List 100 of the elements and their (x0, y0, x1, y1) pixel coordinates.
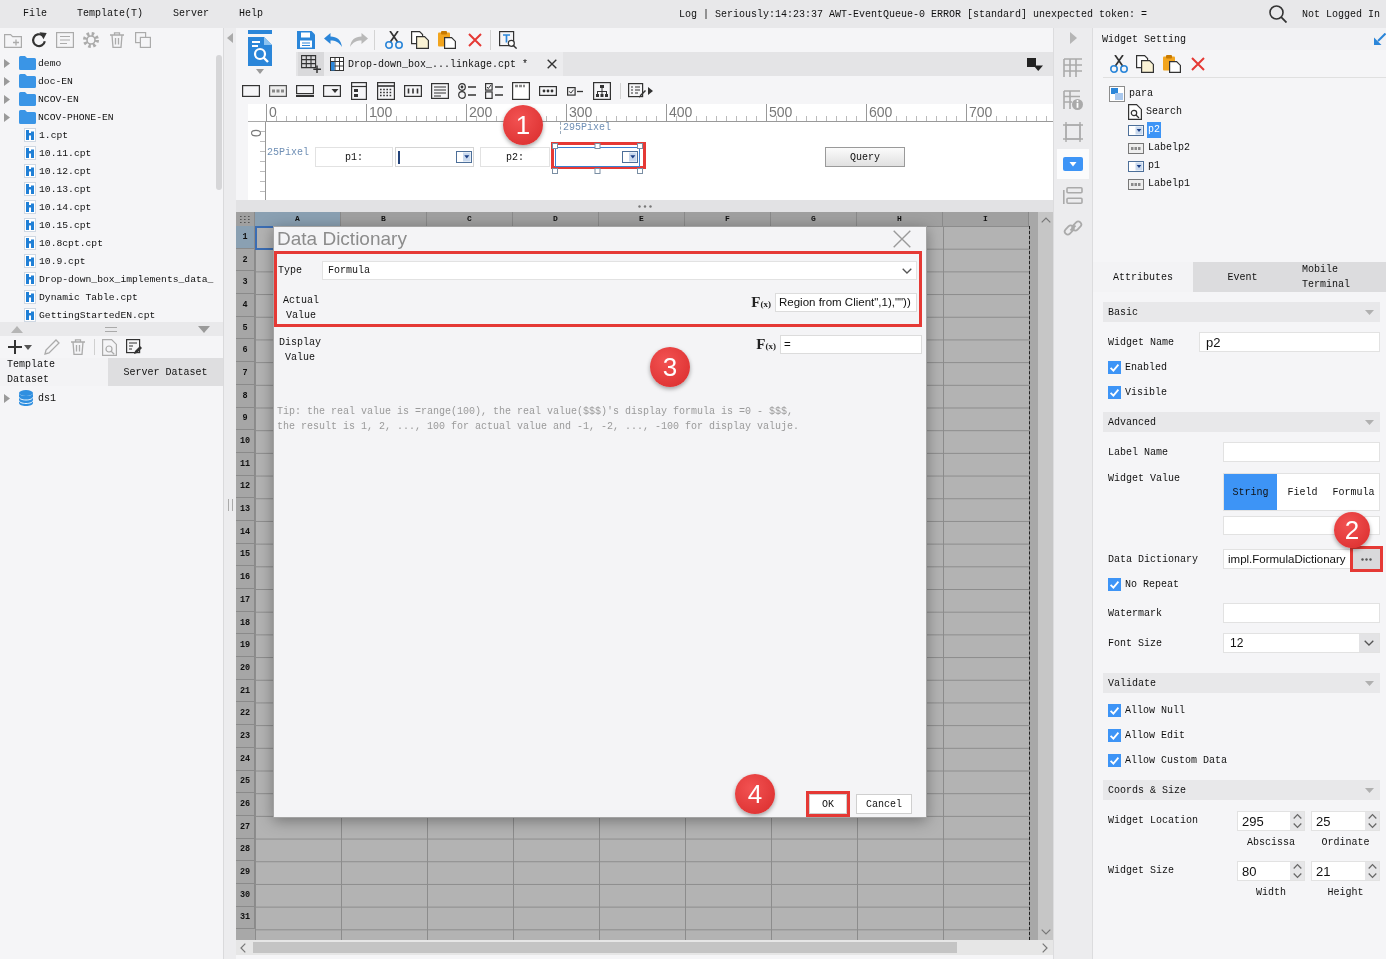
formula-field[interactable]: = (780, 335, 922, 354)
checkbox[interactable] (1108, 704, 1121, 717)
cell-grid[interactable] (255, 226, 273, 940)
expand-arrow-icon[interactable] (4, 76, 10, 86)
template-icon[interactable] (248, 30, 272, 66)
login-status[interactable]: Not Logged In (1302, 8, 1380, 20)
delete-icon[interactable] (468, 33, 482, 47)
row-header[interactable]: 22 (236, 702, 255, 726)
text-field[interactable]: p2 (1199, 332, 1380, 352)
menu-item[interactable]: Template(T) (62, 4, 159, 24)
text-area-icon[interactable] (430, 83, 449, 99)
row-header[interactable]: 26 (236, 793, 255, 816)
segment-option[interactable]: Field (1277, 474, 1328, 510)
dropdown-icon[interactable] (322, 85, 341, 97)
checkbox[interactable] (1108, 729, 1121, 742)
tree-item[interactable]: GettingStartedEN.cpt (39, 309, 156, 321)
number-field[interactable]: 21 (1311, 861, 1380, 881)
row-header[interactable]: 11 (236, 452, 255, 476)
text-box-icon[interactable] (511, 82, 530, 100)
row-header[interactable]: 18 (236, 611, 255, 635)
chevron-down-icon[interactable] (902, 267, 912, 274)
row-header[interactable]: 31 (236, 906, 255, 930)
row-header[interactable]: 2 (236, 248, 255, 272)
add-sheet-icon[interactable] (301, 55, 321, 73)
preview-icon[interactable] (499, 31, 517, 49)
tree-item[interactable]: 1.cpt (39, 129, 69, 141)
row-header[interactable]: 10 (236, 430, 255, 453)
row-header[interactable]: 23 (236, 725, 255, 748)
tree-item[interactable]: NCOV-PHONE-EN (38, 111, 114, 123)
row-header[interactable]: 7 (236, 362, 255, 385)
collapse-left-icon[interactable] (227, 33, 233, 43)
section-header[interactable]: Validate (1103, 673, 1380, 693)
column-header[interactable]: H (857, 212, 943, 226)
row-header[interactable]: 21 (236, 679, 255, 703)
refresh-icon[interactable] (31, 32, 47, 48)
expand-arrow-icon[interactable] (4, 393, 10, 403)
expand-icon[interactable] (1069, 32, 1077, 44)
number-field[interactable]: 80 (1237, 861, 1305, 881)
scroll-right-icon[interactable] (1042, 942, 1048, 953)
segment-option[interactable]: Formula (1328, 474, 1379, 510)
label-widget-icon[interactable] (268, 85, 287, 97)
tree-item[interactable]: 10.14.cpt (39, 201, 92, 213)
dock-menu-icon[interactable] (1027, 57, 1043, 71)
spinner-arrows-icon[interactable] (1292, 863, 1302, 879)
section-header[interactable]: Coords & Size (1103, 780, 1380, 800)
segment-option[interactable]: String (1224, 474, 1277, 510)
tree-item[interactable]: ds1 (38, 392, 56, 404)
row-header[interactable]: 29 (236, 861, 255, 884)
tree-item[interactable]: 10.12.cpt (39, 165, 92, 177)
expand-arrow-icon[interactable] (4, 94, 10, 104)
scroll-left-icon[interactable] (240, 942, 246, 953)
tree-item[interactable]: Labelp2 (1147, 140, 1191, 156)
row-header[interactable]: 19 (236, 634, 255, 658)
row-header[interactable]: 27 (236, 815, 255, 839)
dialog-button[interactable]: OK (808, 794, 847, 814)
combo-box[interactable] (555, 147, 640, 167)
row-header[interactable]: 30 (236, 883, 255, 907)
grid-frame-icon[interactable] (1063, 58, 1083, 78)
text-field[interactable] (1223, 603, 1380, 623)
checkbox[interactable] (1108, 361, 1121, 374)
paste-icon[interactable] (1163, 54, 1181, 73)
row-header[interactable]: 4 (236, 294, 255, 317)
trash-icon[interactable] (71, 339, 85, 355)
caret-icon[interactable] (648, 87, 653, 95)
collapse-up-icon[interactable] (11, 325, 23, 333)
row-header[interactable]: 9 (236, 407, 255, 431)
row-header[interactable]: 13 (236, 498, 255, 521)
row-header[interactable]: 24 (236, 747, 255, 771)
text-field-icon[interactable] (295, 85, 314, 97)
grip-icon[interactable] (227, 499, 233, 511)
tab[interactable]: Event (1193, 262, 1292, 292)
paste-icon[interactable] (438, 31, 456, 49)
dataset-edit-icon[interactable] (126, 339, 143, 355)
column-header[interactable]: F (685, 212, 771, 226)
tree-icon[interactable] (592, 82, 611, 100)
tree-item[interactable]: Dynamic Table.cpt (39, 291, 138, 303)
column-header[interactable]: I (943, 212, 1029, 226)
tree-item[interactable]: 10.11.cpt (39, 147, 92, 159)
collapse-down-icon[interactable] (198, 325, 210, 333)
dropdown-field[interactable]: 12 (1223, 633, 1380, 653)
info-grid-icon[interactable] (1063, 90, 1083, 110)
grid-corner-icon[interactable] (240, 215, 250, 223)
save-icon[interactable] (297, 31, 315, 49)
square-frame-icon[interactable] (1063, 122, 1083, 142)
tree-item[interactable]: Drop-down_box_implements_data_ (39, 273, 214, 285)
column-header[interactable]: D (513, 212, 599, 226)
row-header[interactable]: 1 (236, 226, 255, 249)
document-icon[interactable] (56, 32, 74, 48)
text-field[interactable]: impl.FormulaDictionary (1223, 549, 1353, 569)
scrollbar-thumb[interactable] (216, 55, 222, 190)
number-field[interactable]: 25 (1311, 811, 1380, 831)
undo-icon[interactable] (324, 33, 342, 47)
row-header[interactable]: 5 (236, 316, 255, 340)
calendar-icon[interactable] (376, 82, 395, 100)
column-header[interactable]: E (599, 212, 685, 226)
link-icon[interactable] (1063, 218, 1083, 238)
tab[interactable]: Mobile Terminal (1292, 262, 1386, 292)
checkbox[interactable] (1108, 386, 1121, 399)
new-folder-icon[interactable] (4, 32, 22, 48)
password-field-icon[interactable] (538, 86, 557, 96)
